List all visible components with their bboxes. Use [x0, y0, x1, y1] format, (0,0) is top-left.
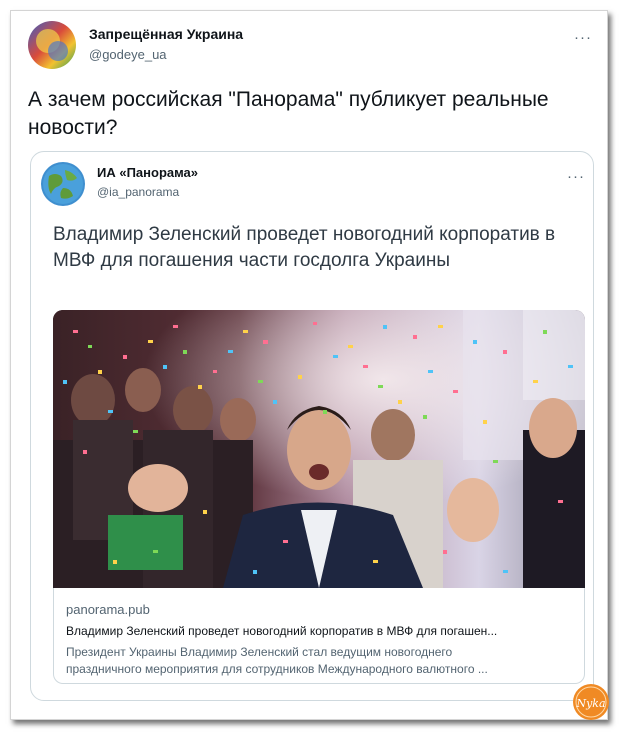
link-description: Президент Украины Владимир Зеленский ста… — [66, 644, 574, 678]
tweet-frame: Запрещённая Украина @godeye_ua ··· А зач… — [10, 10, 611, 722]
link-domain: panorama.pub — [66, 602, 150, 617]
tweet-text: А зачем российская "Панорама" публикует … — [28, 88, 549, 139]
author-avatar[interactable] — [28, 21, 76, 69]
celebration-photo[interactable] — [53, 310, 585, 588]
link-description-line: Президент Украины Владимир Зеленский ста… — [66, 645, 453, 659]
quoted-author-handle[interactable]: @ia_panorama — [97, 185, 179, 199]
nyka-watermark-logo: Nyka — [571, 682, 611, 722]
link-description-line: праздничного мероприятия для сотрудников… — [66, 662, 488, 676]
author-handle[interactable]: @godeye_ua — [89, 47, 167, 62]
link-headline: Владимир Зеленский проведет новогодний к… — [66, 624, 498, 638]
quoted-author-name[interactable]: ИА «Панорама» — [97, 165, 198, 180]
ellipsis-icon[interactable]: ··· — [574, 30, 592, 45]
author-name[interactable]: Запрещённая Украина — [89, 26, 243, 42]
svg-text:Nyka: Nyka — [575, 697, 605, 710]
ellipsis-icon[interactable]: ··· — [567, 169, 585, 184]
quoted-tweet[interactable]: ИА «Панорама» @ia_panorama ··· Владимир … — [30, 151, 594, 701]
quoted-author-avatar[interactable] — [41, 162, 85, 206]
quoted-tweet-text: Владимир Зеленский проведет новогодний к… — [53, 224, 556, 271]
link-card-meta[interactable]: panorama.pub Владимир Зеленский проведет… — [53, 588, 585, 684]
